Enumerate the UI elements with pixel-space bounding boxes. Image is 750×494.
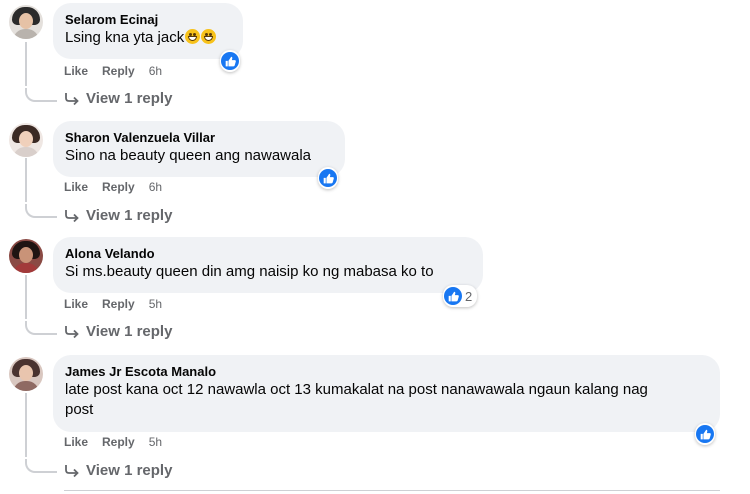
reaction-summary[interactable] [695, 423, 715, 445]
comment-text-line: late post kana oct 12 nawawla oct 13 kum… [65, 381, 648, 398]
reply-button[interactable]: Reply [102, 64, 135, 78]
view-replies-button[interactable]: View 1 reply [64, 90, 172, 107]
grinning-face-emoji [185, 29, 201, 44]
comment-text-line: post [65, 401, 94, 418]
comment-author[interactable]: James Jr Escota Manalo [65, 363, 708, 380]
avatar[interactable] [9, 239, 43, 273]
comment-timestamp[interactable]: 6h [149, 64, 162, 78]
comment-bubble: Sharon Valenzuela Villar Sino na beauty … [53, 121, 345, 177]
avatar[interactable] [9, 5, 43, 39]
reaction-count: 2 [465, 288, 473, 304]
thread-connector [25, 275, 27, 319]
view-replies-label: View 1 reply [86, 323, 173, 340]
comment-timestamp[interactable]: 6h [149, 180, 162, 194]
comment-text: Sino na beauty queen ang nawawala [65, 147, 312, 164]
comment-author[interactable]: Sharon Valenzuela Villar [65, 129, 333, 146]
comment-bubble: Selarom Ecinaj Lsing kna yta jack [53, 3, 243, 59]
comment-bubble: Alona Velando Si ms.beauty queen din amg… [53, 237, 483, 293]
view-replies-label: View 1 reply [86, 462, 173, 479]
like-icon [444, 287, 462, 305]
avatar[interactable] [9, 123, 43, 157]
like-button[interactable]: Like [64, 435, 88, 449]
thread-connector-curve [25, 459, 57, 473]
thread-connector [25, 393, 27, 457]
reply-arrow-icon [65, 92, 79, 105]
reply-arrow-icon [65, 325, 79, 338]
reply-arrow-icon [65, 209, 79, 222]
grinning-face-emoji [201, 29, 217, 44]
comment-timestamp[interactable]: 5h [149, 297, 162, 311]
comment-actions: Like Reply 6h [64, 180, 162, 194]
thread-connector-curve [25, 88, 57, 102]
reply-arrow-icon [65, 464, 79, 477]
view-replies-button[interactable]: View 1 reply [64, 462, 172, 479]
thread-connector-curve [25, 321, 57, 335]
reply-button[interactable]: Reply [102, 435, 135, 449]
like-icon [319, 169, 337, 187]
view-replies-button[interactable]: View 1 reply [64, 323, 172, 340]
like-button[interactable]: Like [64, 64, 88, 78]
reply-button[interactable]: Reply [102, 297, 135, 311]
view-replies-label: View 1 reply [86, 90, 173, 107]
divider [64, 490, 720, 491]
comment-timestamp[interactable]: 5h [149, 435, 162, 449]
like-icon [696, 425, 714, 443]
comment-bubble: James Jr Escota Manalo late post kana oc… [53, 355, 720, 432]
comment-actions: Like Reply 5h [64, 297, 162, 311]
thread-connector-curve [25, 204, 57, 218]
reaction-summary[interactable] [318, 167, 338, 189]
like-icon [221, 52, 239, 70]
reaction-summary[interactable]: 2 [443, 285, 478, 307]
like-button[interactable]: Like [64, 297, 88, 311]
thread-connector [25, 42, 27, 86]
comment-actions: Like Reply 5h [64, 435, 162, 449]
comment-author[interactable]: Alona Velando [65, 245, 471, 262]
comment-text-content: Lsing kna yta jack [65, 29, 185, 46]
view-replies-label: View 1 reply [86, 207, 173, 224]
view-replies-button[interactable]: View 1 reply [64, 207, 172, 224]
comment-actions: Like Reply 6h [64, 64, 162, 78]
thread-connector [25, 158, 27, 202]
comment-text: Si ms.beauty queen din amg naisip ko ng … [65, 263, 434, 280]
like-button[interactable]: Like [64, 180, 88, 194]
comment-text: Lsing kna yta jack [65, 28, 231, 48]
reply-button[interactable]: Reply [102, 180, 135, 194]
avatar[interactable] [9, 357, 43, 391]
comment-author[interactable]: Selarom Ecinaj [65, 11, 231, 28]
comment-text: late post kana oct 12 nawawla oct 13 kum… [65, 380, 708, 420]
reaction-summary[interactable] [220, 50, 240, 72]
